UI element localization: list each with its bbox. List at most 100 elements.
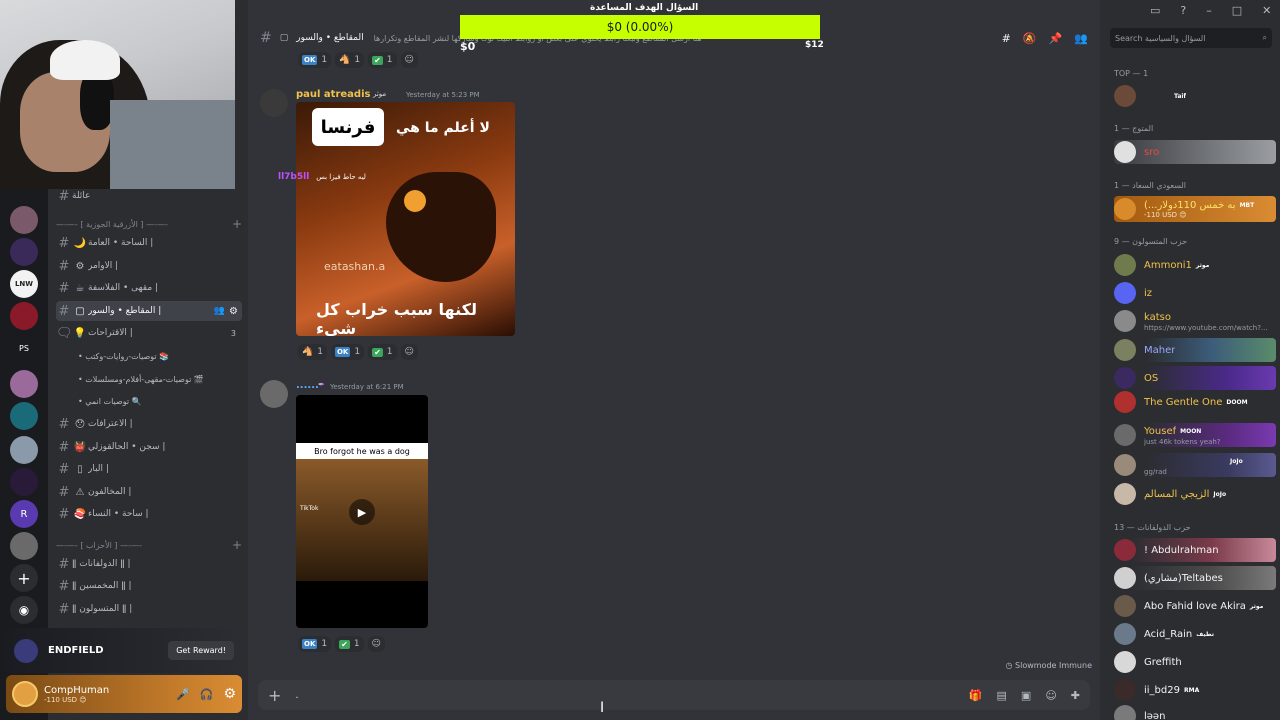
reaction-bar: 🐴 1 OK 1 ✔ 1 ☺ <box>298 344 418 360</box>
channel-item[interactable]: # 👹 سجن • الحالقوزلي | <box>56 437 242 457</box>
add-reaction-button[interactable]: ☺ <box>400 344 418 360</box>
member-item[interactable]: الزيجي المسالم JoJo <box>1114 482 1276 506</box>
help-icon[interactable]: ? <box>1180 4 1186 17</box>
reaction[interactable]: OK 1 <box>298 52 332 68</box>
reaction[interactable]: ✔ 1 <box>368 52 397 68</box>
add-server-icon[interactable]: + <box>10 564 38 592</box>
sticker-icon[interactable]: ▣ <box>1021 689 1031 702</box>
gear-icon[interactable]: ⚙ <box>223 686 236 702</box>
server-icon[interactable]: R <box>10 500 38 528</box>
video-embed[interactable]: Bro forgot he was a dog TikTok ▶ <box>296 395 428 628</box>
close-icon[interactable]: ✕ <box>1262 4 1271 17</box>
server-icon[interactable] <box>10 302 38 330</box>
member-item[interactable]: The Gentle One DOOM <box>1114 390 1276 414</box>
pin-icon[interactable]: 📌 <box>1049 32 1063 45</box>
server-icon[interactable] <box>10 532 38 560</box>
promo-banner[interactable]: ENDFIELD Get Reward! <box>6 628 242 673</box>
server-icon[interactable] <box>10 206 38 234</box>
gif-icon[interactable]: ▤ <box>997 689 1007 702</box>
member-item[interactable]: iz <box>1114 281 1276 305</box>
channel-item[interactable]: # 🍣 ساحة • النساء | <box>56 504 242 524</box>
member-item[interactable]: Taif <box>1114 84 1276 108</box>
category-header[interactable]: —-—- ⁅ الأحزاب ⁆ —-—- + <box>56 537 242 553</box>
explore-icon[interactable]: ◉ <box>10 596 38 624</box>
channel-item[interactable]: # ǁ الدولفانات ǁ | <box>56 554 242 574</box>
inbox-icon[interactable]: ▭ <box>1150 4 1160 17</box>
thread-item[interactable]: • توصيات-روايات-وكتب 📚 <box>78 347 238 365</box>
settings-icon[interactable]: ⚙ <box>229 306 238 317</box>
channel-item[interactable]: # ǁ المتسولون ǁ | <box>56 599 242 619</box>
server-icon[interactable] <box>10 436 38 464</box>
member-item[interactable]: (مشاري)Teltabes <box>1114 566 1276 590</box>
channel-item[interactable]: # ⚙ الأوامر | <box>56 256 242 276</box>
minimize-icon[interactable]: – <box>1206 4 1212 17</box>
category-header[interactable]: —-—- ⁅ الأزرقية الجوزية ⁆ —-—- + <box>56 216 242 232</box>
reaction[interactable]: OK 1 <box>330 344 365 360</box>
microphone-icon[interactable]: 🎤 <box>176 688 190 701</box>
thread-item[interactable]: • توصيات-مقهى-أفلام-ومسلسلات 🎬 <box>78 370 238 388</box>
add-channel-icon[interactable]: + <box>232 217 242 231</box>
member-item[interactable]: Yousef MOON just 46k tokens yeah? <box>1114 423 1276 447</box>
member-item[interactable]: Abo Fahid love Akira موثر <box>1114 594 1276 618</box>
headset-icon[interactable]: 🎧 <box>200 688 214 701</box>
member-item[interactable]: Greffith <box>1114 650 1276 674</box>
avatar[interactable] <box>12 681 38 707</box>
server-icon[interactable]: LNW <box>10 270 38 298</box>
play-icon[interactable]: ▶ <box>349 499 375 525</box>
channel-item[interactable]: # 🌙 الساحة • العامة | <box>56 233 242 253</box>
member-item[interactable]: OS <box>1114 366 1276 390</box>
channel-item[interactable]: # ▯ البار | <box>56 459 242 479</box>
avatar[interactable] <box>260 89 288 117</box>
search-box[interactable]: Search السؤال والسياسية ⌕ <box>1110 28 1272 48</box>
member-item[interactable]: (...به خمس 110دولار MBT -110 USD 😊 <box>1114 196 1276 222</box>
member-item[interactable]: sro <box>1114 140 1276 164</box>
add-channel-icon[interactable]: + <box>232 538 242 552</box>
channel-item-active[interactable]: # ▢ المقاطع • والسور | 👥 ⚙ <box>56 301 242 321</box>
member-item[interactable]: Acid_Rain تطيف <box>1114 622 1276 646</box>
member-item[interactable]: Ammoni1 موثر <box>1114 253 1276 277</box>
forum-channel[interactable]: 🗨 💡 الاقتراحات | 3 <box>56 323 242 343</box>
gift-icon[interactable]: 🎁 <box>969 689 983 702</box>
add-reaction-button[interactable]: ☺ <box>367 636 385 652</box>
channel-item[interactable]: # ⚠ المخالفون | <box>56 482 242 502</box>
member-item[interactable]: ləən <box>1114 704 1276 720</box>
message-image[interactable]: فرنسا لا أعلم ما هي eatashan.a لكنها سبب… <box>296 102 515 336</box>
member-item[interactable]: ii_bd29 RMA <box>1114 678 1276 702</box>
apps-icon[interactable]: ✚ <box>1071 689 1080 702</box>
channel-item[interactable]: # 😯 الأعترافات | <box>56 414 242 434</box>
avatar <box>1114 595 1136 617</box>
maximize-icon[interactable]: □ <box>1232 4 1242 17</box>
member-item[interactable]: JoJo gg/rad <box>1114 453 1276 477</box>
message-author[interactable]: paul atreadis <box>296 89 370 100</box>
reaction[interactable]: ✔ 1 <box>368 344 397 360</box>
reaction[interactable]: OK 1 <box>298 636 332 652</box>
add-reaction-button[interactable]: ☺ <box>400 52 418 68</box>
attach-plus-icon[interactable]: + <box>268 686 281 705</box>
thread-item[interactable]: • توصيات انمي 🔍 <box>78 392 238 410</box>
server-icon[interactable] <box>10 370 38 398</box>
server-icon[interactable] <box>10 238 38 266</box>
member-item[interactable]: katso https://www.youtube.com/watch?... <box>1114 309 1276 333</box>
reaction[interactable]: 🐴 1 <box>335 52 365 68</box>
reaction[interactable]: ✔ 1 <box>335 636 364 652</box>
reaction[interactable]: 🐴 1 <box>298 344 327 360</box>
member-item[interactable]: ! Abdulrahman <box>1114 538 1276 562</box>
get-reward-button[interactable]: Get Reward! <box>168 641 234 660</box>
hash-icon: # <box>58 484 70 500</box>
channel-item[interactable]: # ǁ المخمسين ǁ | <box>56 576 242 596</box>
server-icon[interactable]: PS <box>10 334 38 362</box>
mute-icon[interactable]: 🔕 <box>1023 32 1037 45</box>
server-icon[interactable] <box>10 468 38 496</box>
message-author[interactable]: ...... <box>296 380 319 391</box>
member-item[interactable]: Maher <box>1114 338 1276 362</box>
search-input[interactable]: Search السؤال والسياسية <box>1115 34 1263 43</box>
invite-icon[interactable]: 👥 <box>214 306 225 316</box>
avatar[interactable] <box>260 380 288 408</box>
threads-icon[interactable]: # <box>1002 32 1011 45</box>
server-icon[interactable] <box>10 402 38 430</box>
message-input[interactable]: . <box>295 690 954 701</box>
emoji-icon[interactable]: ☺ <box>1045 689 1056 702</box>
channel-top[interactable]: # عائلة <box>56 186 242 206</box>
members-icon[interactable]: 👥 <box>1074 32 1088 45</box>
channel-item[interactable]: # ☕ مقهى • الفلاسفة | <box>56 278 242 298</box>
